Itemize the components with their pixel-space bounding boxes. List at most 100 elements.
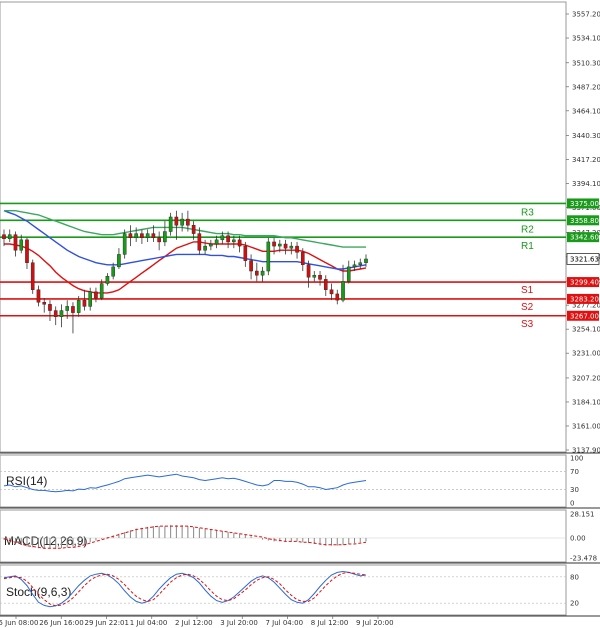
candle-body (289, 245, 294, 249)
candle-body (203, 245, 207, 251)
candle-body (53, 310, 58, 317)
candle-body (65, 306, 70, 311)
candle-body (42, 302, 47, 305)
price-tick-label: 3557.20 (572, 11, 600, 19)
candle-body (94, 291, 98, 299)
candle-body (25, 239, 29, 263)
candle-body (180, 218, 184, 226)
candle-body (249, 260, 253, 272)
candle-body (197, 233, 202, 251)
candle-body (278, 243, 282, 247)
candle-body (341, 281, 345, 301)
chart-background (0, 0, 600, 628)
time-tick-label: 29 Jun 22:01 (85, 619, 129, 627)
candle-body (7, 234, 12, 240)
level-value-label: 3267.00 (570, 312, 599, 320)
time-tick-label: 8 Jul 12:00 (311, 619, 349, 627)
time-tick-label: 25 Jun 08:00 (0, 619, 38, 627)
level-value-label: 3283.20 (570, 295, 599, 303)
stoch-label: Stoch(9,6,3) (6, 585, 71, 599)
level-name-r1: R1 (521, 241, 534, 252)
level-value-label: 3299.40 (570, 279, 599, 287)
candle-body (151, 233, 156, 238)
candle-body (323, 279, 328, 290)
candle-body (30, 262, 35, 290)
candle-body (88, 291, 92, 307)
candle-body (168, 216, 173, 232)
price-tick-label: 3510.30 (572, 59, 600, 67)
candle-body (300, 252, 305, 266)
candle-body (111, 266, 115, 277)
time-tick-label: 9 Jul 20:00 (356, 619, 394, 627)
level-name-s2: S2 (521, 302, 534, 313)
candle-body (59, 310, 64, 317)
rsi-tick-label: 100 (570, 455, 583, 463)
candle-body (174, 216, 179, 226)
candle-body (209, 243, 213, 247)
stoch-tick-label: 80 (570, 573, 579, 581)
candle-body (71, 306, 75, 313)
candle-body (214, 239, 219, 245)
price-tick-label: 3464.10 (572, 107, 600, 115)
candle-body (306, 264, 311, 278)
time-tick-label: 26 Jun 16:00 (39, 619, 83, 627)
current-price-tag: 3321.63 (566, 253, 600, 265)
candle-body (117, 254, 121, 268)
chart-canvas: 3557.20 3534.10 3510.30 3487.20 3464.10 3440.… (0, 0, 600, 628)
candle-body (237, 239, 242, 247)
price-tick-label: 3207.20 (572, 374, 600, 382)
candle-body (358, 262, 363, 266)
candle-body (99, 283, 104, 299)
candle-body (36, 289, 41, 303)
time-tick-label: 1 Jul 04:00 (130, 619, 168, 627)
candle-body (272, 241, 276, 247)
candle-body (232, 239, 236, 243)
candle-body (335, 293, 340, 301)
candle-body (243, 245, 248, 261)
level-value-label: 3358.80 (570, 217, 599, 225)
level-name-s3: S3 (521, 319, 534, 330)
candle-body (128, 233, 133, 238)
current-price-label: 3321.63 (570, 255, 599, 263)
level-value-label: 3375.00 (570, 200, 599, 208)
time-tick-label: 7 Jul 04:00 (266, 619, 304, 627)
rsi-tick-label: 0 (570, 500, 574, 508)
time-tick-label: 3 Jul 20:00 (220, 619, 258, 627)
price-tick-label: 3394.10 (572, 180, 600, 188)
candle-body (82, 299, 87, 307)
time-tick-label: 2 Jul 12:00 (175, 619, 213, 627)
candle-body (226, 235, 230, 243)
rsi-tick-label: 30 (570, 486, 579, 494)
candle-body (76, 299, 81, 313)
level-name-r3: R3 (521, 207, 534, 218)
price-tick-label: 3534.10 (572, 35, 600, 43)
level-name-s1: S1 (521, 285, 534, 296)
stoch-tick-label: 20 (570, 600, 579, 608)
candle-body (186, 218, 190, 226)
candle-body (283, 243, 288, 249)
macd-tick-label: 0.00 (570, 534, 586, 542)
candle-body (220, 235, 225, 241)
candle-body (2, 234, 6, 240)
candle-body (255, 270, 259, 276)
macd-label: MACD(12,26,9) (4, 534, 87, 548)
candle-body (318, 275, 322, 280)
macd-tick-label: 28.151 (570, 511, 595, 519)
candle-body (295, 245, 299, 253)
candle-body (312, 275, 317, 278)
price-tick-label: 3254.10 (572, 326, 600, 334)
candle-body (122, 233, 127, 255)
price-tick-label: 3161.00 (572, 422, 600, 430)
price-tick-label: 3440.30 (572, 132, 600, 140)
candle-body (157, 237, 161, 243)
candle-body (13, 234, 18, 251)
candle-body (163, 231, 167, 243)
candle-body (48, 304, 52, 311)
rsi-tick-label: 70 (570, 468, 579, 476)
candle-body (105, 276, 110, 284)
candle-body (329, 289, 334, 295)
candle-body (134, 233, 138, 238)
price-tick-label: 3417.20 (572, 156, 600, 164)
price-tick-label: 3487.20 (572, 83, 600, 91)
candle-body (346, 266, 351, 282)
